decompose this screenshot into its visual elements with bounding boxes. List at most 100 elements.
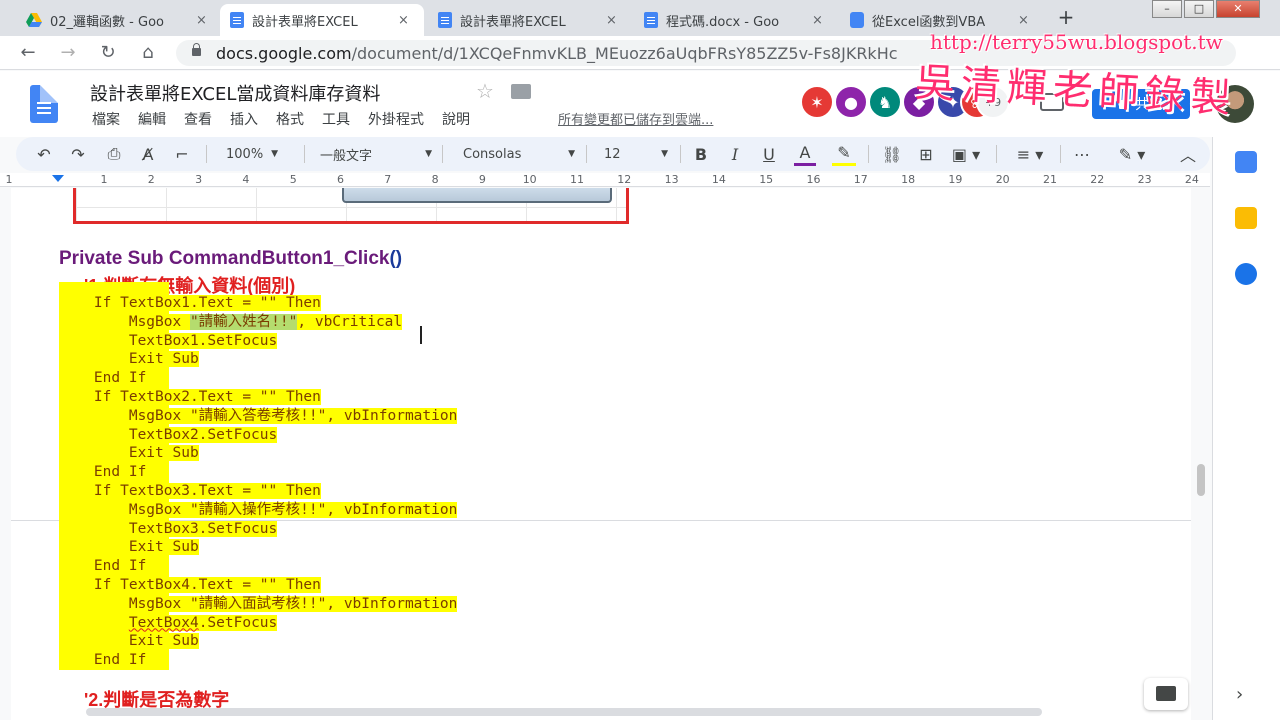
spelling-error-text: TextBox4 [128,614,199,631]
ruler-number: 17 [853,173,868,186]
avatar[interactable]: ● [834,85,868,119]
back-arrow-icon[interactable]: ← [16,42,40,64]
code-line: TextBox1.SetFocus [59,332,278,351]
ruler-number: 21 [1043,173,1057,186]
code-text: TextBox2.SetFocus [128,426,278,443]
close-icon[interactable]: × [196,13,207,28]
home-icon[interactable]: ⌂ [136,42,160,64]
explore-button[interactable] [1144,678,1188,710]
code-line: TextBox2.SetFocus [59,426,278,445]
code-line: End If [59,463,147,482]
image-dialog-frame [342,188,612,203]
keep-icon[interactable] [1235,207,1257,229]
heading-parens: () [389,248,403,269]
ruler: 1 1 2 3 4 5 6 7 8 9 10 11 12 13 14 15 16 17 18 19 20 21 22 23 24 [0,173,1210,187]
paint-format-icon[interactable]: ⌐ [170,142,194,166]
menu-insert[interactable]: 插入 [227,109,261,129]
browser-tab-3[interactable]: 設計表單將EXCEL × [428,4,628,36]
ruler-number: 10 [522,173,537,186]
code-text: End If [93,370,147,387]
minimize-button[interactable]: – [1152,0,1182,18]
font-select[interactable]: Consolas ▼ [463,142,575,166]
embedded-image[interactable] [73,188,629,224]
menu-edit[interactable]: 編輯 [135,109,169,129]
close-icon[interactable]: × [398,13,409,28]
menu-help[interactable]: 說明 [439,109,473,129]
chevron-right-icon[interactable]: › [1236,684,1243,705]
menu-tools[interactable]: 工具 [319,109,353,129]
ruler-number: 18 [901,173,916,186]
close-icon[interactable]: × [812,13,823,28]
docs-logo-icon[interactable] [30,85,58,123]
code-text: If TextBox3.Text = "" Then [93,483,321,499]
docs-icon [230,12,244,28]
style-select[interactable]: 一般文字 ▼ [320,142,432,166]
vertical-scrollbar[interactable] [1192,188,1210,720]
bold-button[interactable]: B [690,142,712,166]
spellcheck-icon[interactable]: A̸ [136,142,160,166]
insert-image-icon[interactable]: ▣ ▾ [948,142,984,166]
link-icon[interactable]: ⛓ [880,142,904,166]
save-status[interactable]: 所有變更都已儲存到雲端... [558,109,713,128]
code-text: Exit Sub [128,633,199,650]
undo-icon[interactable]: ↶ [32,142,56,166]
redo-icon[interactable]: ↷ [66,142,90,166]
avatar[interactable]: ✶ [800,85,834,119]
forward-arrow-icon[interactable]: → [56,42,80,64]
tasks-icon[interactable] [1235,263,1257,285]
zoom-value: 100% [226,146,264,162]
editing-mode-icon[interactable]: ✎ ▾ [1112,142,1152,166]
ruler-number: 1 [100,173,108,186]
code-line: Exit Sub [59,444,199,463]
code-line: If TextBox4.Text = "" Then [59,576,321,595]
align-icon[interactable]: ≡ ▾ [1012,142,1048,166]
ruler-number: 22 [1090,173,1105,186]
code-heading: Private Sub CommandButton1_Click() [59,248,402,270]
text-color-button[interactable]: A [794,142,816,166]
window-close-button[interactable]: ✕ [1216,0,1260,18]
indent-marker-icon[interactable] [52,175,64,182]
tab-title: 從Excel函數到VBA [872,14,986,30]
close-icon[interactable]: × [606,13,617,28]
font-size-select[interactable]: 12 ▼ [604,142,668,166]
avatar[interactable]: ♞ [868,85,902,119]
chevron-up-icon[interactable]: ︿ [1176,142,1200,166]
menu-format[interactable]: 格式 [273,109,307,129]
add-comment-icon[interactable]: ⊞ [914,142,938,166]
close-icon[interactable]: × [1018,13,1029,28]
ruler-number: 8 [431,173,439,186]
zoom-select[interactable]: 100% ▼ [226,142,298,166]
text-cursor [420,326,422,344]
menu-addons[interactable]: 外掛程式 [365,109,427,129]
calendar-icon[interactable] [1235,151,1257,173]
toolbar-divider [442,145,443,163]
toolbar-divider [304,145,305,163]
folder-icon[interactable] [511,84,531,99]
browser-tab-2[interactable]: 設計表單將EXCEL × [220,4,424,36]
italic-button[interactable]: I [724,142,746,166]
menu-view[interactable]: 查看 [181,109,215,129]
print-icon[interactable]: ⎙ [102,142,126,166]
maximize-button[interactable]: □ [1184,0,1214,18]
new-tab-button[interactable]: + [1052,6,1080,30]
reload-icon[interactable]: ↻ [96,42,120,64]
menu-file[interactable]: 檔案 [89,109,123,129]
highlight-color-icon[interactable]: ✎ [832,142,856,166]
horizontal-scrollbar[interactable] [86,708,1042,716]
code-line: MsgBox "請輸入操作考核!!", vbInformation [59,501,458,520]
star-icon[interactable]: ☆ [476,79,494,103]
document-title[interactable]: 設計表單將EXCEL當成資料庫存資料 [90,80,380,106]
code-text: End If [93,652,147,669]
browser-tab-1[interactable]: 02_邏輯函數 - Goo × [16,4,216,36]
document-canvas: Private Sub CommandButton1_Click() '1.判斷… [0,188,1210,720]
more-options-icon[interactable]: ⋯ [1070,142,1094,166]
scrollbar-thumb[interactable] [1197,464,1205,496]
ruler-number: 1 [5,173,13,186]
browser-tab-4[interactable]: 程式碼.docx - Goo × [634,4,834,36]
underline-button[interactable]: U [758,142,780,166]
